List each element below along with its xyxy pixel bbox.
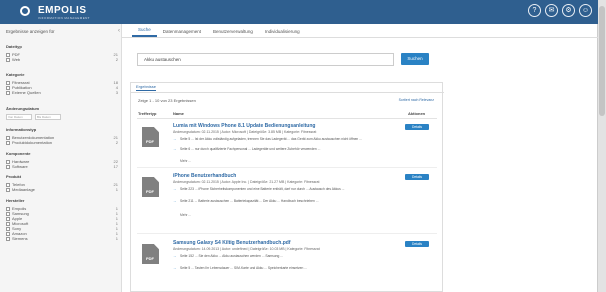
column-header-type: Treffertyp bbox=[138, 111, 157, 116]
checkbox[interactable] bbox=[6, 57, 10, 62]
facet-group: Komponente Hardware 22 Software 17 bbox=[6, 151, 118, 169]
user-icon[interactable]: ☺ bbox=[579, 4, 592, 17]
empolis-logo-icon bbox=[20, 6, 30, 16]
column-header-actions: Aktionen bbox=[408, 111, 426, 116]
facet-sidebar: Ergebnisse anzeigen für ‹ Dateityp PDF 21… bbox=[0, 24, 122, 292]
settings-icon[interactable]: ⚙ bbox=[562, 4, 575, 17]
result-title[interactable]: Samsung Galaxy S4 Kiltig Benutzerhandbuc… bbox=[173, 240, 291, 246]
facet-group: Produkt Telefon 21 Mediaanlage 1 bbox=[6, 174, 118, 192]
result-title[interactable]: iPhone Benutzerhandbuch bbox=[173, 173, 236, 179]
checkbox[interactable] bbox=[6, 164, 10, 169]
result-title[interactable]: Lumia mit Windows Phone 8.1 Update Bedie… bbox=[173, 123, 315, 129]
divider bbox=[137, 233, 437, 234]
column-header-name: Name bbox=[173, 111, 184, 116]
more-link[interactable]: Mehr ... bbox=[180, 159, 191, 163]
details-button[interactable]: Details bbox=[405, 174, 429, 180]
page-scrollbar[interactable] bbox=[598, 0, 606, 292]
main-panel: Suche Datenmanagement Benutzerverwaltung… bbox=[122, 24, 598, 292]
details-button[interactable]: Details bbox=[405, 124, 429, 130]
facet-group: Dateityp PDF 21 Web 2 bbox=[6, 44, 118, 62]
result-snippet: Seite 6 ... nur durch qualifizierte Fach… bbox=[173, 147, 411, 152]
more-link[interactable]: Mehr ... bbox=[180, 213, 191, 217]
divider bbox=[131, 92, 444, 93]
mail-icon[interactable]: ✉ bbox=[545, 4, 558, 17]
sidebar-heading: Ergebnisse anzeigen für bbox=[6, 29, 55, 34]
tab-suche[interactable]: Suche bbox=[132, 27, 157, 37]
facet-title: Dateityp bbox=[6, 44, 22, 49]
facet-group: Kategorie Fitnessrat 18 Publikation 4 Exte… bbox=[6, 72, 118, 95]
tab-benutzerverwaltung[interactable]: Benutzerverwaltung bbox=[207, 29, 259, 37]
facet-option[interactable]: Siemens 1 bbox=[6, 236, 118, 241]
facet-title: Änderungsdatum bbox=[6, 106, 40, 111]
facet-option[interactable]: Mediaanlage 1 bbox=[6, 187, 118, 192]
scrollbar-thumb[interactable] bbox=[599, 6, 605, 116]
divider bbox=[137, 167, 437, 168]
result-snippet: Seite 211 ... Batterie austauschen ... B… bbox=[173, 199, 411, 204]
details-button[interactable]: Details bbox=[405, 241, 429, 247]
checkbox[interactable] bbox=[6, 231, 10, 236]
facet-title: Kategorie bbox=[6, 72, 25, 77]
result-meta: Änderungsdatum: 02.11.2015 | Autor: Appl… bbox=[173, 180, 320, 184]
facet-option[interactable]: Externe Quellen 3 bbox=[6, 90, 118, 95]
checkbox[interactable] bbox=[6, 216, 10, 221]
checkbox[interactable] bbox=[6, 159, 10, 164]
facet-title: Produkt bbox=[6, 174, 22, 179]
tab-datenmanagement[interactable]: Datenmanagement bbox=[157, 29, 207, 37]
date-to-input[interactable]: Bis Datum bbox=[35, 114, 61, 120]
sort-dropdown[interactable]: Sortiert nach Relevanz bbox=[399, 98, 434, 102]
chevron-left-icon[interactable]: ‹ bbox=[118, 28, 120, 34]
app-window: EMPOLIS INFORMATION MANAGEMENT ? ✉ ⚙ ☺ E… bbox=[0, 0, 598, 292]
facet-option[interactable]: Software 17 bbox=[6, 164, 118, 169]
results-panel: Ergebnisse Zeige 1 - 10 von 23 Ergebniss… bbox=[130, 82, 444, 292]
result-count: Zeige 1 - 10 von 23 Ergebnissen bbox=[138, 98, 196, 103]
tab-ergebnisse[interactable]: Ergebnisse bbox=[136, 84, 157, 91]
facet-option[interactable]: Produktdokumentation 2 bbox=[6, 140, 118, 145]
checkbox[interactable] bbox=[6, 211, 10, 216]
date-from-input[interactable]: Von Datum bbox=[6, 114, 32, 120]
checkbox[interactable] bbox=[6, 85, 10, 90]
facet-title: Informationstyp bbox=[6, 127, 37, 132]
pdf-file-icon: PDF bbox=[142, 244, 159, 264]
checkbox[interactable] bbox=[6, 226, 10, 231]
checkbox[interactable] bbox=[6, 187, 10, 192]
checkbox[interactable] bbox=[6, 236, 10, 241]
checkbox[interactable] bbox=[6, 221, 10, 226]
result-meta: Änderungsdatum: 02.11.2015 | Autor: Micr… bbox=[173, 130, 317, 134]
facet-group: Informationstyp Benutzerdokumentation 21 … bbox=[6, 127, 118, 145]
facet-title: Hersteller bbox=[6, 198, 25, 203]
checkbox[interactable] bbox=[6, 135, 10, 140]
checkbox[interactable] bbox=[6, 206, 10, 211]
checkbox[interactable] bbox=[6, 90, 10, 95]
nav-tabs: Suche Datenmanagement Benutzerverwaltung… bbox=[122, 24, 598, 38]
result-snippet: Seite 223 ... iPhone Sicherheitskomponen… bbox=[173, 187, 411, 192]
search-button[interactable]: Suchen bbox=[401, 53, 429, 65]
brand-subtitle: INFORMATION MANAGEMENT bbox=[38, 16, 90, 20]
pdf-file-icon: PDF bbox=[142, 127, 159, 147]
facet-option[interactable]: Web 2 bbox=[6, 57, 118, 62]
result-snippet: Seite 152 ... Sie den Akku ... Akku aust… bbox=[173, 254, 411, 259]
help-icon[interactable]: ? bbox=[528, 4, 541, 17]
top-bar: EMPOLIS INFORMATION MANAGEMENT ? ✉ ⚙ ☺ bbox=[0, 0, 598, 24]
facet-group: Hersteller Empolis 1 Samsung 1 Apple 1 Micr… bbox=[6, 198, 118, 241]
result-meta: Änderungsdatum: 14.09.2013 | Autor: unde… bbox=[173, 247, 320, 251]
facet-group: Änderungsdatum Von Datum Bis Datum bbox=[6, 106, 118, 120]
result-snippet: Seite 5 ... Ist der Akku vollständig auf… bbox=[173, 137, 411, 142]
pdf-file-icon: PDF bbox=[142, 177, 159, 197]
checkbox[interactable] bbox=[6, 140, 10, 145]
result-snippet: Seite 5 ... Tasten Ihr Lebensdauer ... S… bbox=[173, 266, 411, 271]
divider bbox=[137, 118, 437, 119]
search-input[interactable]: Akku austauschen bbox=[137, 53, 394, 66]
brand-name: EMPOLIS bbox=[38, 5, 87, 16]
checkbox[interactable] bbox=[6, 182, 10, 187]
facet-title: Komponente bbox=[6, 151, 31, 156]
tab-individualisierung[interactable]: Individualisierung bbox=[259, 29, 306, 37]
checkbox[interactable] bbox=[6, 80, 10, 85]
checkbox[interactable] bbox=[6, 52, 10, 57]
